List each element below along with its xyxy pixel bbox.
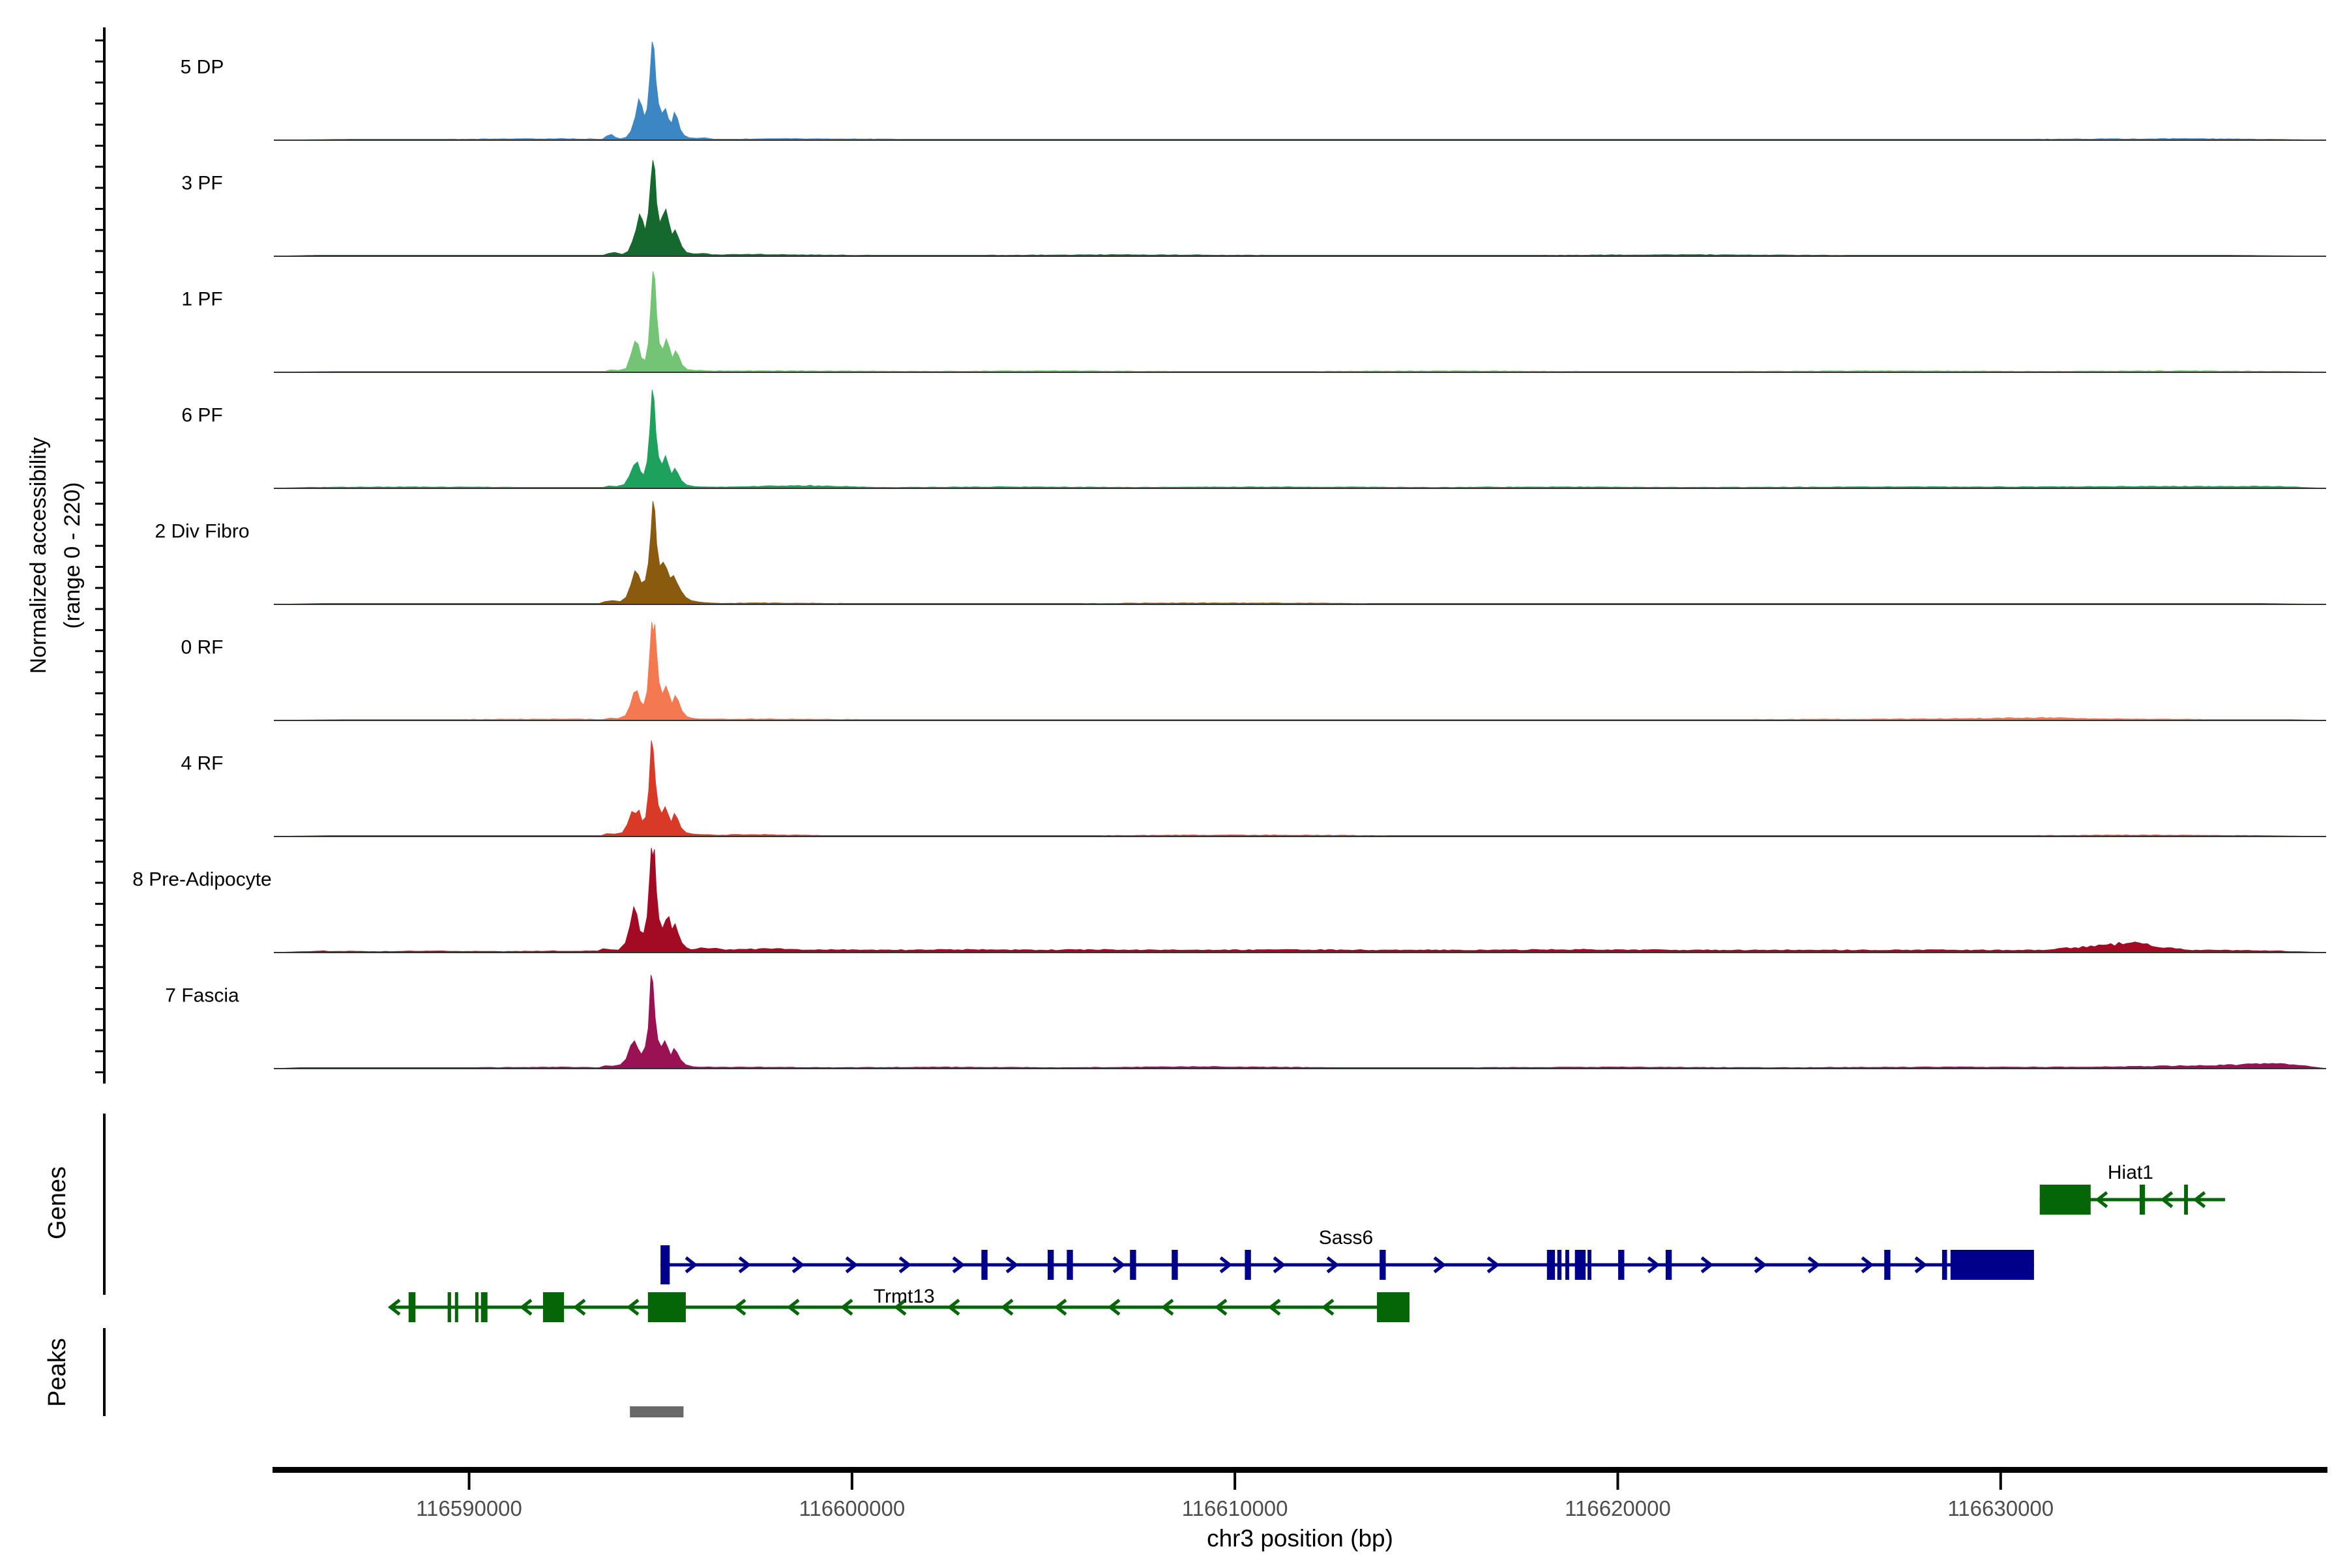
- track-label: 0 RF: [181, 637, 223, 658]
- exon: [1557, 1250, 1561, 1280]
- gene-label: Hiat1: [2108, 1162, 2153, 1183]
- y-axis-label-line1: Normalized accessibility: [26, 437, 51, 674]
- track-label: 3 PF: [181, 173, 222, 194]
- exon: [660, 1245, 670, 1284]
- coverage-plot-figure: 5 DP 3 PF 1 PF 6 PF 2 Div Fibro 0 RF 4 RF 8 Pre…: [0, 0, 2347, 1565]
- exon: [475, 1292, 479, 1322]
- x-axis-tick-label: 116630000: [1947, 1496, 2054, 1520]
- exon: [448, 1292, 451, 1322]
- gene-label: Trmt13: [874, 1286, 935, 1307]
- track-label: 5 DP: [181, 57, 224, 78]
- exon: [2140, 1185, 2145, 1215]
- exon: [481, 1292, 488, 1322]
- x-axis-tick-label: 116590000: [416, 1496, 522, 1520]
- exon: [1048, 1250, 1054, 1280]
- x-axis-tick-label: 116610000: [1182, 1496, 1288, 1520]
- exon: [2040, 1185, 2091, 1215]
- exon: [1172, 1250, 1177, 1280]
- exon: [648, 1292, 686, 1322]
- exon: [409, 1292, 416, 1322]
- track-label: 7 Fascia: [165, 985, 239, 1007]
- track-label: 4 RF: [181, 753, 223, 775]
- peaks-section-label: Peaks: [44, 1338, 71, 1407]
- exon: [2184, 1185, 2188, 1215]
- exon: [1575, 1250, 1586, 1280]
- exon: [455, 1292, 458, 1322]
- exon: [981, 1250, 987, 1280]
- figure-background: [0, 0, 2347, 1565]
- exon: [1245, 1250, 1250, 1280]
- x-axis-tick-label: 116600000: [799, 1496, 905, 1520]
- exon: [1618, 1250, 1624, 1280]
- exon: [1587, 1250, 1591, 1280]
- exon: [1884, 1250, 1890, 1280]
- peaks-panel: [630, 1406, 683, 1417]
- exon: [1380, 1250, 1385, 1280]
- track-label: 2 Div Fibro: [155, 521, 249, 542]
- y-axis-label-line2: (range 0 - 220): [60, 482, 85, 629]
- x-axis-tick-label: 116620000: [1565, 1496, 1671, 1520]
- track-label: 6 PF: [181, 405, 222, 426]
- track-label: 8 Pre-Adipocyte: [132, 869, 271, 891]
- track-label: 1 PF: [181, 289, 222, 310]
- exon: [1377, 1292, 1410, 1322]
- exon: [1547, 1250, 1555, 1280]
- exon: [1067, 1250, 1072, 1280]
- exon: [1130, 1250, 1136, 1280]
- exon: [1666, 1250, 1672, 1280]
- exon: [1565, 1250, 1569, 1280]
- exon: [1951, 1250, 2034, 1280]
- genes-section-label: Genes: [44, 1166, 71, 1239]
- gene-label: Sass6: [1319, 1227, 1373, 1249]
- x-axis-title: chr3 position (bp): [1207, 1525, 1393, 1552]
- exon: [543, 1292, 564, 1322]
- x-axis-line: [273, 1467, 2327, 1473]
- exon: [1942, 1250, 1947, 1280]
- peak-region-bar: [630, 1406, 683, 1417]
